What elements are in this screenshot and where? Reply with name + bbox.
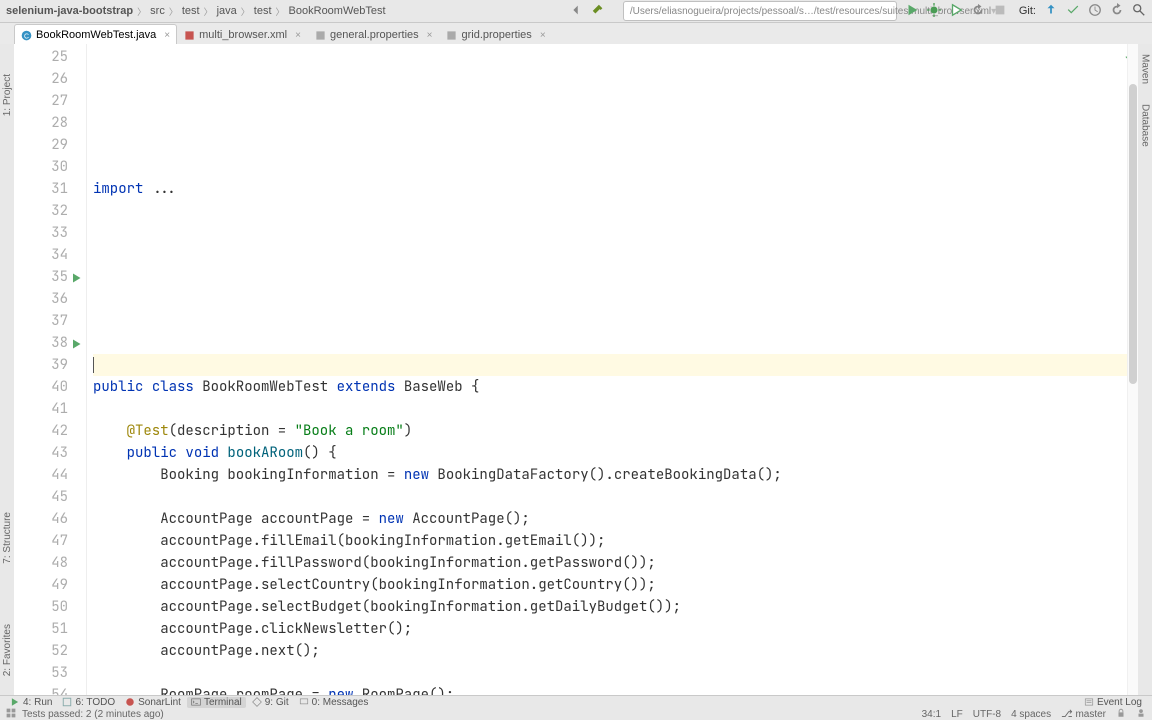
tab-label: multi_browser.xml <box>199 29 287 41</box>
tool-eventlog[interactable]: Event Log <box>1080 697 1146 708</box>
vcs-revert-icon[interactable] <box>1110 3 1124 20</box>
tab-bookroomwebtest[interactable]: C BookRoomWebTest.java × <box>14 24 177 45</box>
file-encoding[interactable]: UTF-8 <box>973 709 1001 720</box>
vcs-label: Git: <box>1019 5 1036 17</box>
search-icon[interactable] <box>1132 3 1146 20</box>
back-nav-icon[interactable] <box>569 3 583 20</box>
bottom-tool-stripe: 4: Run 6: TODO SonarLint Terminal 9: Git… <box>0 695 1152 708</box>
vcs-update-icon[interactable] <box>1044 3 1058 20</box>
java-class-icon: C <box>21 30 32 41</box>
gutter: 2526272829303132333435363738394041424344… <box>14 44 87 696</box>
close-icon[interactable]: × <box>295 30 301 41</box>
messages-icon <box>299 697 309 707</box>
tool-git[interactable]: 9: Git <box>248 697 293 708</box>
tool-favorites[interactable]: 2: Favorites <box>2 624 13 676</box>
xml-file-icon <box>184 30 195 41</box>
tab-label: grid.properties <box>461 29 531 41</box>
crumb-test[interactable]: test <box>180 4 202 18</box>
editor-tabs: C BookRoomWebTest.java × multi_browser.x… <box>0 23 1152 46</box>
code-editor[interactable]: 2526272829303132333435363738394041424344… <box>14 44 1138 696</box>
tool-terminal[interactable]: Terminal <box>187 697 246 708</box>
vcs-commit-icon[interactable] <box>1066 3 1080 20</box>
hector-icon[interactable] <box>1136 708 1146 720</box>
status-message: Tests passed: 2 (2 minutes ago) <box>22 709 164 720</box>
tool-database[interactable]: Database <box>1140 104 1151 147</box>
indent-settings[interactable]: 4 spaces <box>1011 709 1051 720</box>
git-branch[interactable]: ⎇ master <box>1061 709 1106 720</box>
tool-todo[interactable]: 6: TODO <box>58 697 119 708</box>
tool-messages[interactable]: 0: Messages <box>295 697 373 708</box>
crumb-project[interactable]: selenium-java-bootstrap <box>4 4 135 18</box>
lock-icon[interactable] <box>1116 708 1126 720</box>
run-icon[interactable] <box>905 3 919 20</box>
tab-label: BookRoomWebTest.java <box>36 29 156 41</box>
tool-project[interactable]: 1: Project <box>2 74 13 116</box>
breadcrumb: selenium-java-bootstrap 〉 src 〉 test 〉 j… <box>4 4 388 18</box>
tab-multi-browser[interactable]: multi_browser.xml × <box>177 24 308 45</box>
close-icon[interactable]: × <box>427 30 433 41</box>
crumb-test2[interactable]: test <box>252 4 274 18</box>
tab-general-properties[interactable]: general.properties × <box>308 24 440 45</box>
crumb-class[interactable]: BookRoomWebTest <box>287 4 388 18</box>
coverage-icon[interactable] <box>949 3 963 20</box>
hammer-icon[interactable] <box>591 3 605 20</box>
crumb-src[interactable]: src <box>148 4 167 18</box>
navigation-bar: selenium-java-bootstrap 〉 src 〉 test 〉 j… <box>0 0 1152 23</box>
git-icon <box>252 697 262 707</box>
gutter-run-icon[interactable] <box>70 269 82 281</box>
left-tool-stripe: 1: Project 7: Structure 2: Favorites <box>0 44 15 696</box>
tool-run[interactable]: 4: Run <box>6 697 56 708</box>
right-tool-stripe: Maven Database <box>1137 44 1152 696</box>
run-icon <box>10 697 20 707</box>
tool-sonarlint[interactable]: SonarLint <box>121 697 185 708</box>
stop-icon[interactable] <box>993 3 1007 20</box>
code-area[interactable]: import ...public class BookRoomWebTest e… <box>87 44 1138 696</box>
tool-maven[interactable]: Maven <box>1140 54 1151 84</box>
tab-grid-properties[interactable]: grid.properties × <box>439 24 552 45</box>
terminal-icon <box>191 697 201 707</box>
vcs-history-icon[interactable] <box>1088 3 1102 20</box>
debug-icon[interactable] <box>927 3 941 20</box>
caret-position[interactable]: 34:1 <box>922 709 941 720</box>
line-separator[interactable]: LF <box>951 709 963 720</box>
todo-icon <box>62 697 72 707</box>
close-icon[interactable]: × <box>164 30 170 41</box>
tab-label: general.properties <box>330 29 419 41</box>
run-configuration-select[interactable]: /Users/eliasnogueira/projects/pessoal/s…… <box>623 1 897 21</box>
refresh-icon[interactable] <box>971 3 985 20</box>
status-bar: Tests passed: 2 (2 minutes ago) 34:1 LF … <box>0 708 1152 720</box>
scrollbar-thumb[interactable] <box>1129 84 1137 384</box>
properties-file-icon <box>446 30 457 41</box>
svg-text:C: C <box>24 33 29 40</box>
tool-structure[interactable]: 7: Structure <box>2 512 13 564</box>
crumb-java[interactable]: java <box>215 4 239 18</box>
gutter-run-icon[interactable] <box>70 335 82 347</box>
eventlog-icon <box>1084 697 1094 707</box>
scrollbar-track[interactable] <box>1127 44 1138 696</box>
sonarlint-icon <box>125 697 135 707</box>
properties-file-icon <box>315 30 326 41</box>
tool-windows-button[interactable] <box>6 708 16 720</box>
close-icon[interactable]: × <box>540 30 546 41</box>
